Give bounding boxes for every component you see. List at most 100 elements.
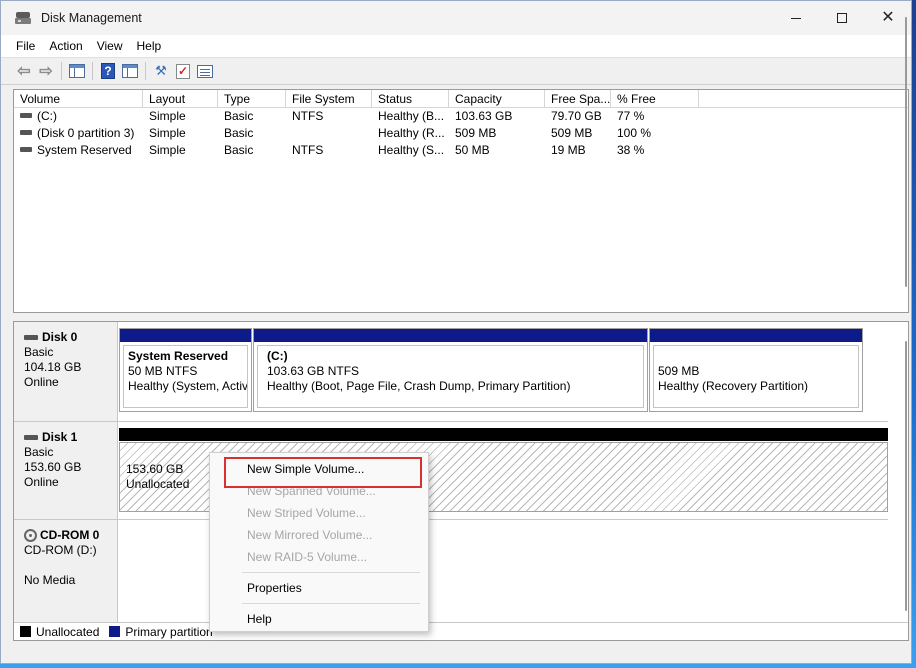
checklist-button[interactable]: ✓ xyxy=(172,60,194,82)
window-title: Disk Management xyxy=(41,11,142,25)
toolbar: ⇦ ⇨ ? ⚒ ✓ xyxy=(1,57,911,85)
column-header-file-system[interactable]: File System xyxy=(286,90,372,108)
menu-action[interactable]: Action xyxy=(42,35,89,57)
legend-unallocated-swatch xyxy=(20,626,31,637)
partition-size: 103.63 GB NTFS xyxy=(267,364,360,378)
menu-file[interactable]: File xyxy=(9,35,42,57)
cell-type: Basic xyxy=(224,109,254,123)
show-hide-button[interactable] xyxy=(119,60,141,82)
rescan-icon: ⚒ xyxy=(155,63,167,78)
column-header-capacity[interactable]: Capacity xyxy=(449,90,545,108)
rescan-button[interactable]: ⚒ xyxy=(150,60,172,82)
console-tree-icon xyxy=(69,64,85,78)
disk-1-info[interactable]: Disk 1 Basic 153.60 GB Online xyxy=(14,422,118,519)
console-tree-button[interactable] xyxy=(66,60,88,82)
partition-c-drive[interactable]: (C:) 103.63 GB NTFS Healthy (Boot, Page … xyxy=(253,328,648,412)
cell-layout: Simple xyxy=(149,143,186,157)
volume-name: System Reserved xyxy=(37,143,132,157)
forward-button[interactable]: ⇨ xyxy=(35,60,57,82)
cd-rom-icon xyxy=(24,529,37,542)
disk-panel-scrollbar[interactable] xyxy=(905,341,907,611)
volume-row[interactable]: System Reserved Simple Basic NTFS Healthy (S… xyxy=(14,142,908,159)
cell-percent-free: 38 % xyxy=(617,143,645,157)
context-menu: New Simple Volume... New Spanned Volume.… xyxy=(209,452,429,632)
legend-primary-label: Primary partition xyxy=(125,624,213,639)
back-button[interactable]: ⇦ xyxy=(13,60,35,82)
volume-row[interactable]: (Disk 0 partition 3) Simple Basic Healthy (… xyxy=(14,125,908,142)
cell-file-system: NTFS xyxy=(292,109,324,123)
partition-system-reserved[interactable]: System Reserved 50 MB NTFS Healthy (Syst… xyxy=(119,328,252,412)
cdrom-0-drive: CD-ROM (D:) xyxy=(24,543,97,557)
cell-volume: (Disk 0 partition 3) xyxy=(14,125,143,142)
volume-icon xyxy=(20,130,32,136)
cell-file-system xyxy=(286,125,372,142)
cdrom-0-label: CD-ROM 0 xyxy=(40,528,100,542)
close-icon: ✕ xyxy=(881,9,895,26)
menu-separator xyxy=(242,603,420,604)
cell-volume: (C:) xyxy=(14,108,143,125)
primary-partition-bar xyxy=(254,329,647,342)
volume-icon xyxy=(20,147,32,153)
menu-bar: File Action View Help xyxy=(1,35,911,57)
back-arrow-icon: ⇦ xyxy=(17,63,31,80)
primary-partition-bar xyxy=(120,329,251,342)
cell-percent-free: 77 % xyxy=(617,109,645,123)
menu-help[interactable]: Help xyxy=(130,35,169,57)
column-header-free-space[interactable]: Free Spa... xyxy=(545,90,611,108)
menu-item-help[interactable]: Help xyxy=(210,608,428,630)
cell-file-system: NTFS xyxy=(292,143,324,157)
menu-view[interactable]: View xyxy=(90,35,130,57)
forward-arrow-icon: ⇨ xyxy=(39,63,53,80)
cdrom-0-name: CD-ROM 0 xyxy=(24,528,117,543)
volume-row[interactable]: (C:) Simple Basic NTFS Healthy (B... 103.63 G… xyxy=(14,108,908,125)
disk-icon xyxy=(24,435,38,440)
partition-title xyxy=(658,349,858,364)
cell-capacity: 509 MB xyxy=(455,126,497,140)
column-header-status[interactable]: Status xyxy=(372,90,449,108)
column-header-percent-free[interactable]: % Free xyxy=(611,90,699,108)
cdrom-0-media: No Media xyxy=(24,573,76,587)
disk-panel: Disk 0 Basic 104.18 GB Online System Res… xyxy=(13,321,909,641)
partition-status: Healthy (Boot, Page File, Crash Dump, Pr… xyxy=(267,379,571,393)
partition-title: (C:) xyxy=(267,349,288,363)
disk-0-row: Disk 0 Basic 104.18 GB Online System Res… xyxy=(14,322,888,422)
partition-status: Healthy (Recovery Partition) xyxy=(658,379,809,393)
title-bar: Disk Management ✕ xyxy=(1,1,911,35)
partition-recovery[interactable]: 509 MB Healthy (Recovery Partition) xyxy=(649,328,863,412)
properties-button[interactable] xyxy=(194,60,216,82)
volume-list-scrollbar[interactable] xyxy=(905,17,907,287)
disk-management-window: Disk Management ✕ File Action View Help … xyxy=(0,0,912,664)
column-header-layout[interactable]: Layout xyxy=(143,90,218,108)
cdrom-0-info[interactable]: CD-ROM 0 CD-ROM (D:) No Media xyxy=(14,520,118,622)
volume-name: (Disk 0 partition 3) xyxy=(37,126,135,140)
menu-separator xyxy=(242,572,420,573)
volume-name: (C:) xyxy=(37,109,57,123)
cell-capacity: 50 MB xyxy=(455,143,490,157)
volume-list: Volume Layout Type File System Status Ca… xyxy=(13,89,909,313)
column-header-type[interactable]: Type xyxy=(218,90,286,108)
menu-item-properties[interactable]: Properties xyxy=(210,577,428,599)
legend: Unallocated Primary partition xyxy=(14,622,908,640)
help-button[interactable]: ? xyxy=(97,60,119,82)
toolbar-separator xyxy=(92,62,93,80)
menu-item-new-striped-volume: New Striped Volume... xyxy=(247,506,366,520)
volume-icon xyxy=(20,113,32,119)
column-header-volume[interactable]: Volume xyxy=(14,90,143,108)
checklist-icon: ✓ xyxy=(176,63,190,79)
minimize-button[interactable] xyxy=(773,1,819,35)
disk-1-size: 153.60 GB xyxy=(24,460,82,474)
disk-0-name: Disk 0 xyxy=(24,330,117,345)
disk-1-status: Online xyxy=(24,475,59,489)
disk-1-type: Basic xyxy=(24,445,54,459)
partition-size: 509 MB xyxy=(658,364,700,378)
show-hide-icon xyxy=(122,64,138,78)
disk-management-app-icon xyxy=(15,11,31,25)
legend-unallocated-label: Unallocated xyxy=(36,624,100,639)
cdrom-0-row: CD-ROM 0 CD-ROM (D:) No Media xyxy=(14,520,888,622)
disk-0-info[interactable]: Disk 0 Basic 104.18 GB Online xyxy=(14,322,118,421)
partition-status: Healthy (System, Activ xyxy=(128,379,248,393)
menu-item-new-raid5-volume: New RAID-5 Volume... xyxy=(247,550,368,564)
maximize-button[interactable] xyxy=(819,1,865,35)
cell-capacity: 103.63 GB xyxy=(455,109,513,123)
status-bar xyxy=(13,645,909,661)
